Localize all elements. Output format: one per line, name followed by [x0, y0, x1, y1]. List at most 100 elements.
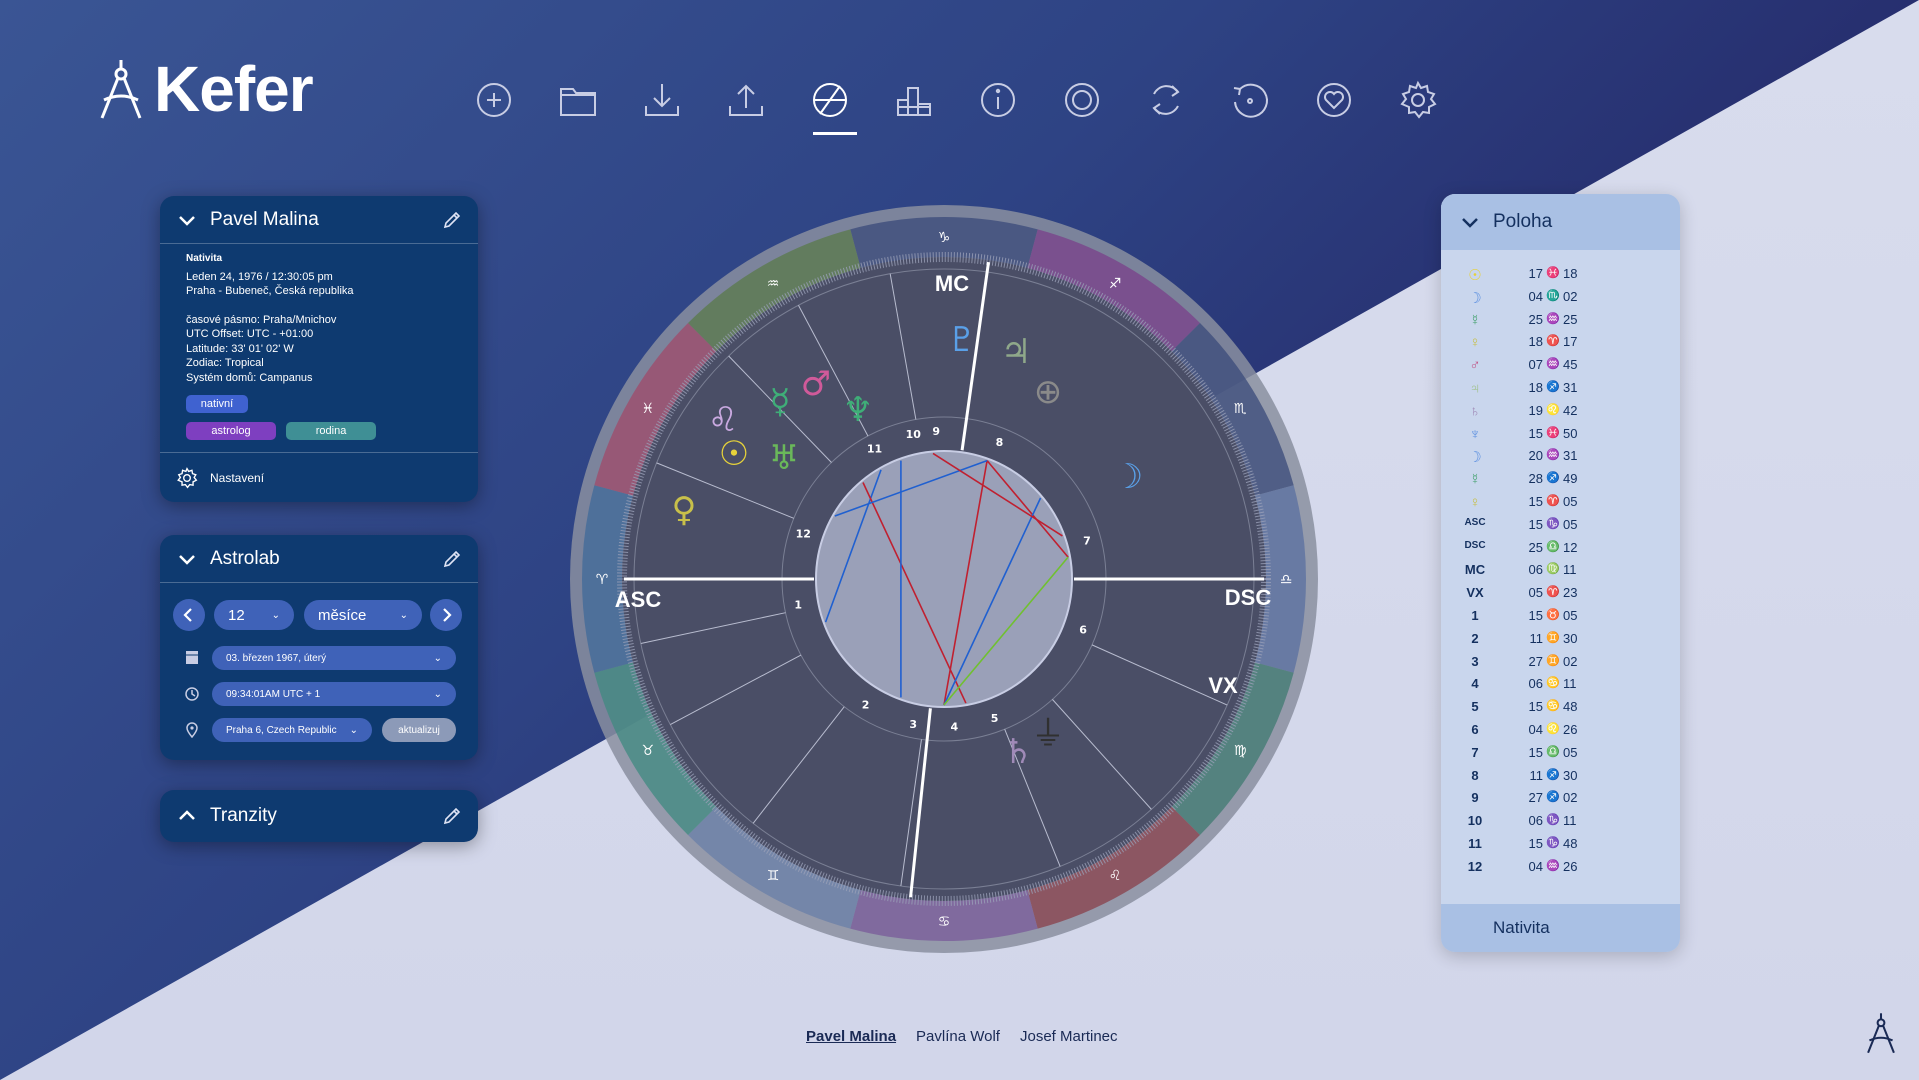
chevron-right-icon: [443, 608, 452, 622]
planet-icon: ☿: [770, 382, 791, 422]
step-forward-button[interactable]: [430, 599, 462, 631]
position-minute: 31: [1563, 380, 1578, 395]
step-unit-select[interactable]: měsíce ⌄: [304, 600, 422, 630]
chevron-down-icon[interactable]: [176, 548, 198, 570]
position-minute: 05: [1563, 608, 1578, 623]
position-minute: 11: [1563, 676, 1577, 692]
edit-pencil-icon[interactable]: [442, 210, 462, 230]
house-number: 11: [867, 442, 882, 455]
position-row: 11 15 ♑ 48: [1441, 836, 1680, 858]
open-folder-button[interactable]: [554, 76, 602, 124]
edit-pencil-icon[interactable]: [442, 806, 462, 826]
step-value-select[interactable]: 12 ⌄: [214, 600, 294, 630]
chevron-down-icon[interactable]: [1459, 211, 1481, 233]
position-minute: 11: [1563, 813, 1577, 829]
position-degree: 20: [1528, 448, 1543, 464]
position-body: 8: [1471, 767, 1479, 783]
position-row: ☽ 04 ♏ 02: [1441, 289, 1680, 311]
nativita-tab[interactable]: Nativita: [1441, 904, 1680, 952]
favorites-button[interactable]: [1310, 76, 1358, 124]
zodiac-sign-icon: ♑: [938, 230, 951, 246]
aspect-circle: [815, 450, 1073, 708]
position-degree: 06: [1528, 676, 1543, 692]
position-minute: 05: [1563, 744, 1578, 760]
position-degree: 28: [1528, 471, 1543, 487]
compass-logo-icon: [1867, 1013, 1895, 1054]
add-button[interactable]: [470, 76, 518, 124]
upload-button[interactable]: [722, 76, 770, 124]
info-icon: [981, 83, 1015, 117]
person-name: Pavel Malina: [210, 208, 319, 230]
position-sign: ♈: [1546, 495, 1560, 507]
refresh-button[interactable]: [1142, 76, 1190, 124]
position-degree: 11: [1529, 767, 1544, 783]
person-link-josef-martinec[interactable]: Josef Martinec: [1020, 1028, 1118, 1045]
zodiac-sign-icon: ♒: [767, 276, 780, 292]
person-link-pavel-malina[interactable]: Pavel Malina: [806, 1028, 896, 1045]
house-number: 5: [991, 712, 999, 725]
position-minute: 25: [1563, 311, 1578, 327]
position-body: ♀: [1469, 334, 1481, 352]
position-sign: ♉: [1546, 609, 1560, 621]
chevron-down-icon: ⌄: [399, 609, 408, 621]
position-sign: ♐: [1546, 381, 1560, 393]
position-minute: 05: [1563, 494, 1578, 509]
position-sign: ♊: [1546, 631, 1560, 644]
position-body: 11: [1468, 836, 1482, 851]
position-sign: ♍: [1546, 563, 1560, 576]
position-body: 6: [1471, 722, 1479, 737]
position-body: ♆: [1469, 425, 1481, 443]
position-row: 6 04 ♌ 26: [1441, 722, 1680, 744]
compass-logo-icon: [100, 60, 142, 119]
download-icon: [645, 84, 679, 116]
position-sign: ♋: [1546, 677, 1560, 690]
position-minute: 30: [1563, 630, 1578, 646]
app-logo[interactable]: Kefer: [96, 52, 314, 126]
position-body: ☿: [1469, 311, 1481, 329]
planet-icon: ☉: [719, 434, 749, 474]
position-degree: 18: [1528, 334, 1543, 350]
position-sign: ♒: [1546, 449, 1560, 462]
step-back-button[interactable]: [173, 599, 205, 631]
planet-icon: ♆: [843, 390, 873, 430]
position-body: ☽: [1468, 449, 1482, 467]
place-select[interactable]: Praha 6, Czech Republic ⌄: [212, 718, 372, 742]
rotate-target-icon: [1233, 83, 1268, 118]
tag-rodina[interactable]: rodina: [286, 422, 377, 440]
chevron-down-icon: ⌄: [433, 652, 442, 664]
download-button[interactable]: [638, 76, 686, 124]
person-settings[interactable]: Nastavení: [160, 452, 478, 502]
position-sign: ♓: [1546, 426, 1560, 439]
zodiac-sign-icon: ♓: [642, 401, 655, 417]
position-degree: 15: [1528, 516, 1543, 532]
planet-icon: ⏚: [1031, 714, 1065, 754]
position-body: 7: [1471, 744, 1479, 760]
date-select[interactable]: 03. březen 1967, úterý ⌄: [212, 646, 456, 670]
zodiac: Zodiac: Tropical: [186, 357, 264, 369]
settings-button[interactable]: [1394, 76, 1442, 124]
info-button[interactable]: [974, 76, 1022, 124]
chevron-down-icon[interactable]: [176, 209, 198, 231]
position-row: ☉ 17 ♓ 18: [1441, 266, 1680, 288]
chart-wheel-button[interactable]: [806, 76, 854, 124]
rings-icon: [1065, 83, 1099, 117]
update-button[interactable]: aktualizuj: [382, 718, 456, 742]
position-body: 3: [1471, 653, 1479, 669]
gear-icon: [177, 466, 198, 488]
natal-chart-wheel[interactable]: ♑ ♐ ♏ ♎ ♍ ♌ ♋ ♊ ♉ ♈ ♓ ♒ 1 2 3 4 5 6 7 8 9 10 11 12 ASC DSC MC VX ♂ ☿ ♆…: [568, 203, 1320, 955]
rings-button[interactable]: [1058, 76, 1106, 124]
tag-nativni[interactable]: nativní: [186, 395, 248, 413]
zodiac-sign-icon: ♍: [1234, 743, 1247, 759]
person-link-pavlina-wolf[interactable]: Pavlína Wolf: [916, 1028, 1000, 1045]
place-value: Praha 6, Czech Republic: [226, 724, 337, 736]
chevron-left-icon: [183, 608, 192, 622]
edit-pencil-icon[interactable]: [442, 549, 462, 569]
position-row: 1 15 ♉ 05: [1441, 608, 1680, 630]
statistics-button[interactable]: [890, 76, 938, 124]
rotate-button[interactable]: [1226, 76, 1274, 124]
time-select[interactable]: 09:34:01AM UTC + 1 ⌄: [212, 682, 456, 706]
tag-astrolog[interactable]: astrolog: [186, 422, 276, 440]
heart-icon: [1317, 83, 1351, 117]
chevron-up-icon[interactable]: [176, 805, 198, 827]
house-number: 6: [1079, 624, 1087, 637]
